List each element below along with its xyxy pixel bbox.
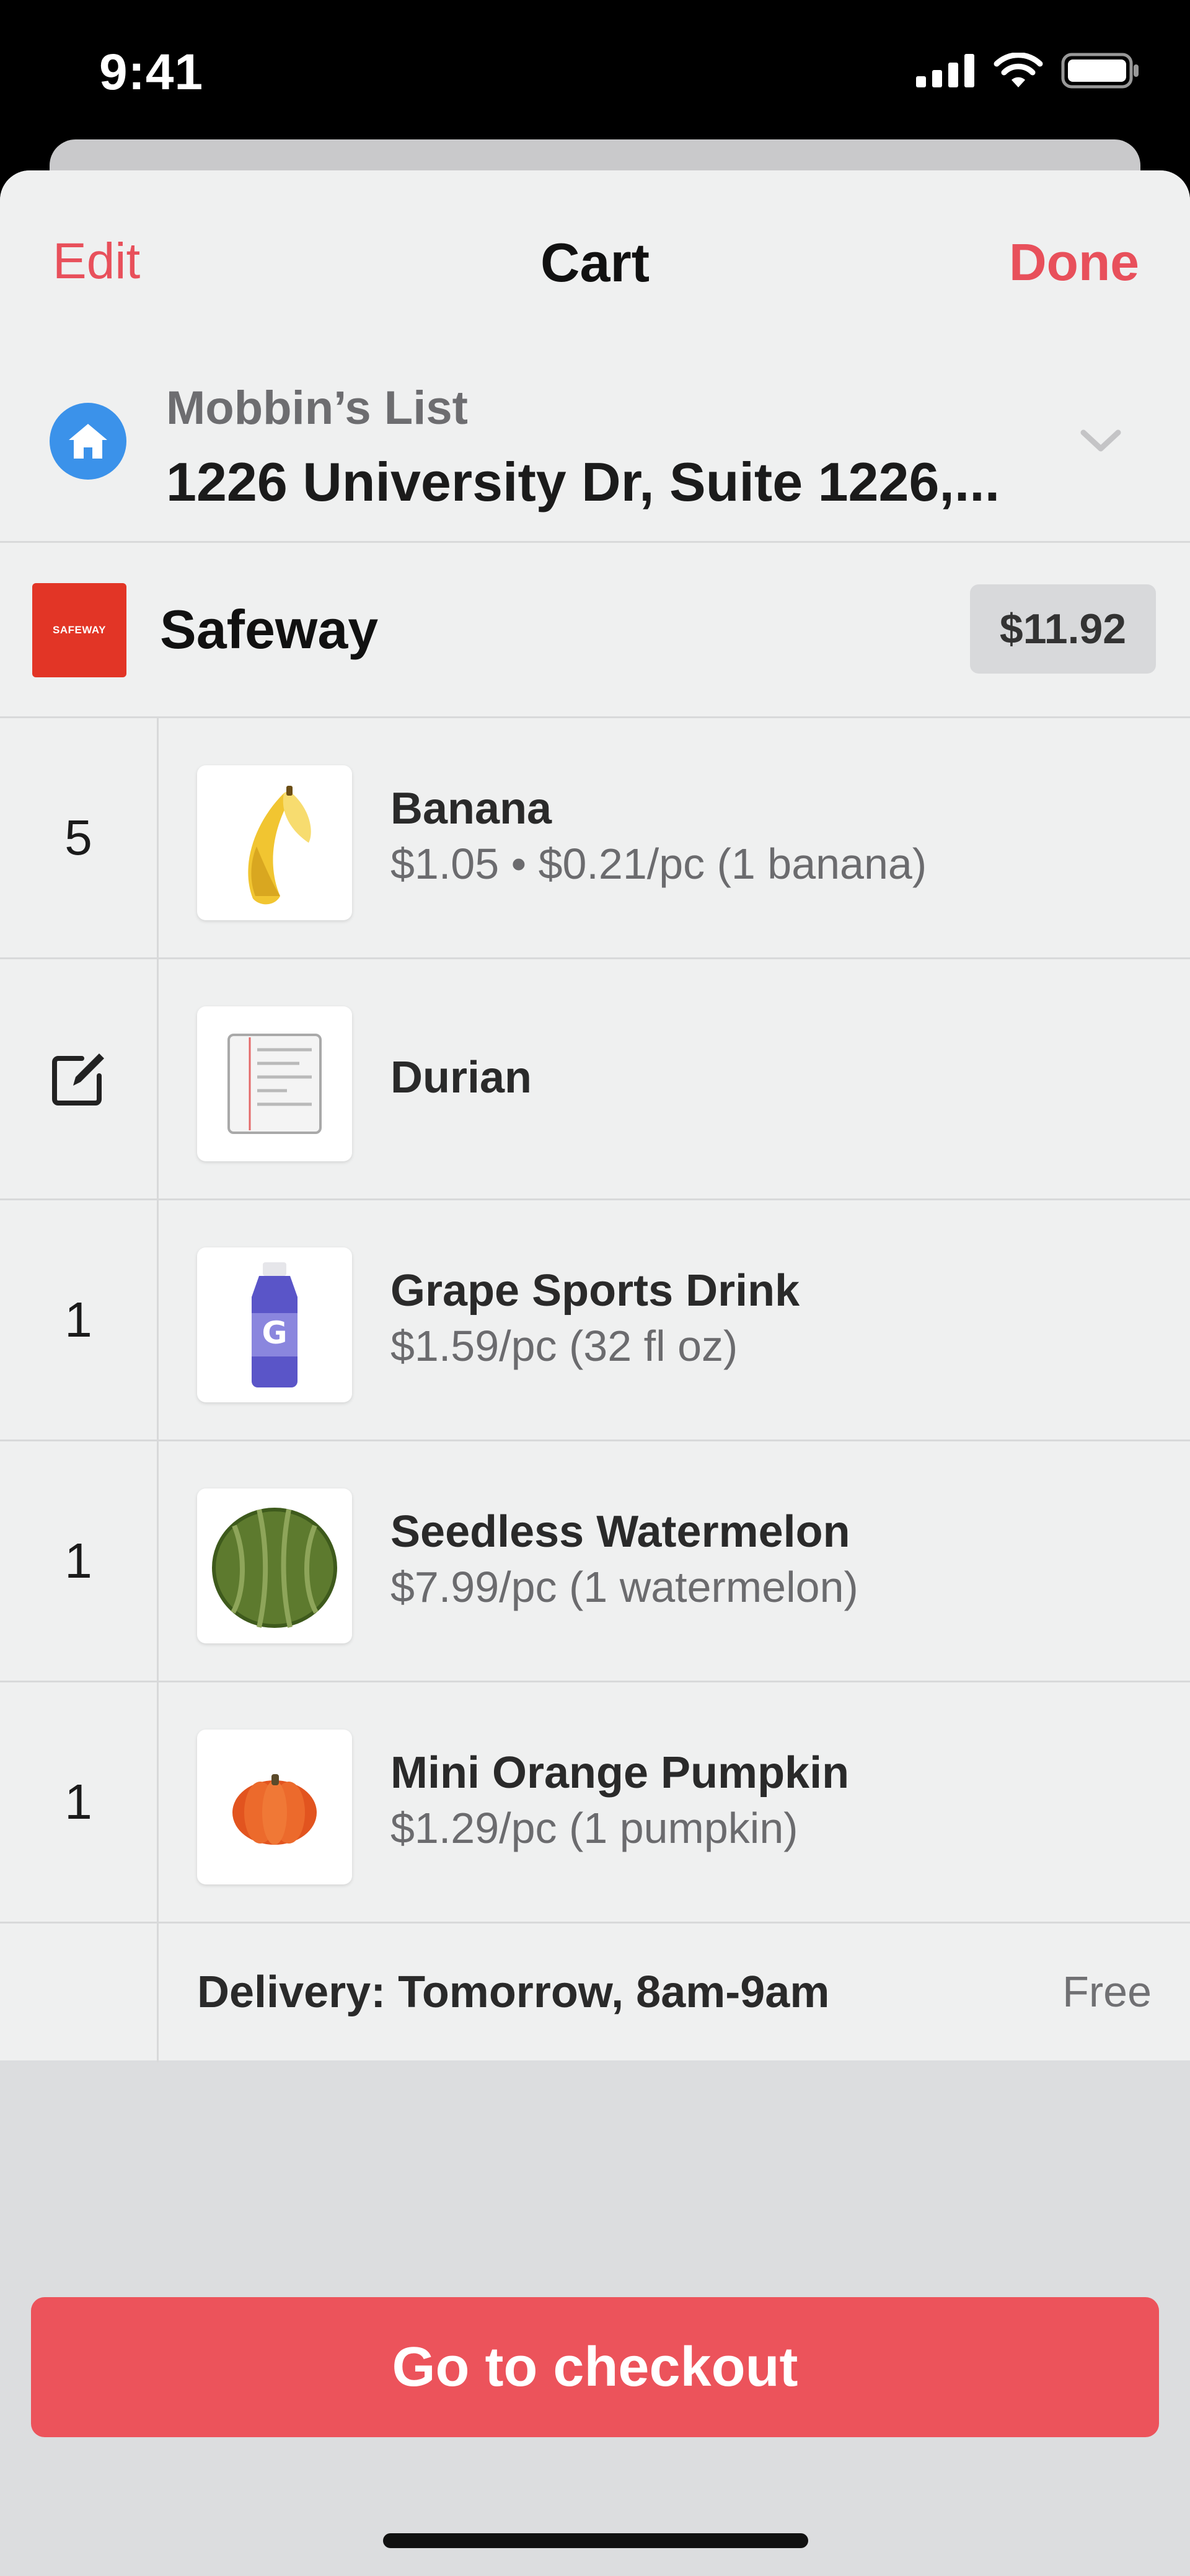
store-name: Safeway [160,599,379,660]
delivery-window: Delivery: Tomorrow, 8am-9am [197,1967,830,2017]
svg-text:G: G [262,1315,287,1351]
item-quantity[interactable]: 1 [0,1441,157,1681]
item-price: $7.99/pc (1 watermelon) [390,1563,858,1611]
cart-sheet: Edit Cart Done Mobbin’s List 1226 Univer… [0,170,1190,2576]
chevron-down-icon[interactable] [1078,428,1123,458]
home-indicator [383,2533,808,2548]
status-time: 9:41 [99,44,204,100]
cart-item[interactable]: 5 Banana $1.05 • $0.21/pc (1 banana) [0,718,1190,959]
item-price: $1.29/pc (1 pumpkin) [390,1804,798,1852]
item-quantity[interactable]: 1 [0,1200,157,1440]
nav-bar: Edit Cart Done [0,170,1190,350]
cart-content: Edit Cart Done Mobbin’s List 1226 Univer… [0,170,1190,2062]
sports-drink-image: G [197,1247,352,1402]
delivery-address: 1226 University Dr, Suite 1226,... [166,451,1000,512]
edit-icon[interactable] [0,959,157,1198]
divider [157,959,159,1198]
battery-icon [1061,53,1140,92]
signal-icon [916,54,976,90]
safeway-logo: SAFEWAY [32,583,126,677]
store-total-badge: $11.92 [970,584,1156,674]
done-button[interactable]: Done [1009,232,1139,292]
cart-item[interactable]: 1 Mini Orange Pumpkin $1.29/pc (1 pumpki… [0,1682,1190,1923]
checkout-button[interactable]: Go to checkout [31,2297,1159,2437]
watermelon-image [197,1488,352,1643]
item-quantity[interactable]: 5 [0,718,157,957]
cart-item[interactable]: Durian [0,959,1190,1200]
pumpkin-image [197,1730,352,1884]
cart-items: 5 Banana $1.05 • $0.21/pc (1 banana) Dur… [0,718,1190,2062]
divider [157,718,159,957]
status-bar: 9:41 [0,0,1190,143]
delivery-fee: Free [1062,1967,1152,2016]
item-quantity[interactable]: 1 [0,1682,157,1922]
store-logo-text: SAFEWAY [52,624,106,636]
divider [157,1200,159,1440]
item-name: Grape Sports Drink [390,1266,800,1316]
divider [157,1923,159,2062]
cart-item[interactable]: 1 Seedless Watermelon $7.99/pc (1 waterm… [0,1441,1190,1682]
list-name: Mobbin’s List [166,382,468,434]
item-price: $1.05 • $0.21/pc (1 banana) [390,840,927,888]
wifi-icon [993,52,1044,92]
item-name: Durian [390,1053,532,1102]
divider [157,1441,159,1681]
item-name: Seedless Watermelon [390,1507,850,1557]
delivery-row[interactable]: Delivery: Tomorrow, 8am-9am Free [0,1923,1190,2062]
edit-button[interactable]: Edit [53,232,140,291]
item-price: $1.59/pc (32 fl oz) [390,1322,738,1370]
item-name: Banana [390,784,552,833]
list-selector[interactable] [0,350,1190,543]
notepad-image [197,1006,352,1161]
banana-image [197,765,352,920]
item-name: Mini Orange Pumpkin [390,1748,850,1798]
status-icons [916,52,1140,92]
cart-item[interactable]: 1 G Grape Sports Drink $1.59/pc (32 fl o… [0,1200,1190,1441]
divider [157,1682,159,1922]
home-icon [50,403,126,480]
